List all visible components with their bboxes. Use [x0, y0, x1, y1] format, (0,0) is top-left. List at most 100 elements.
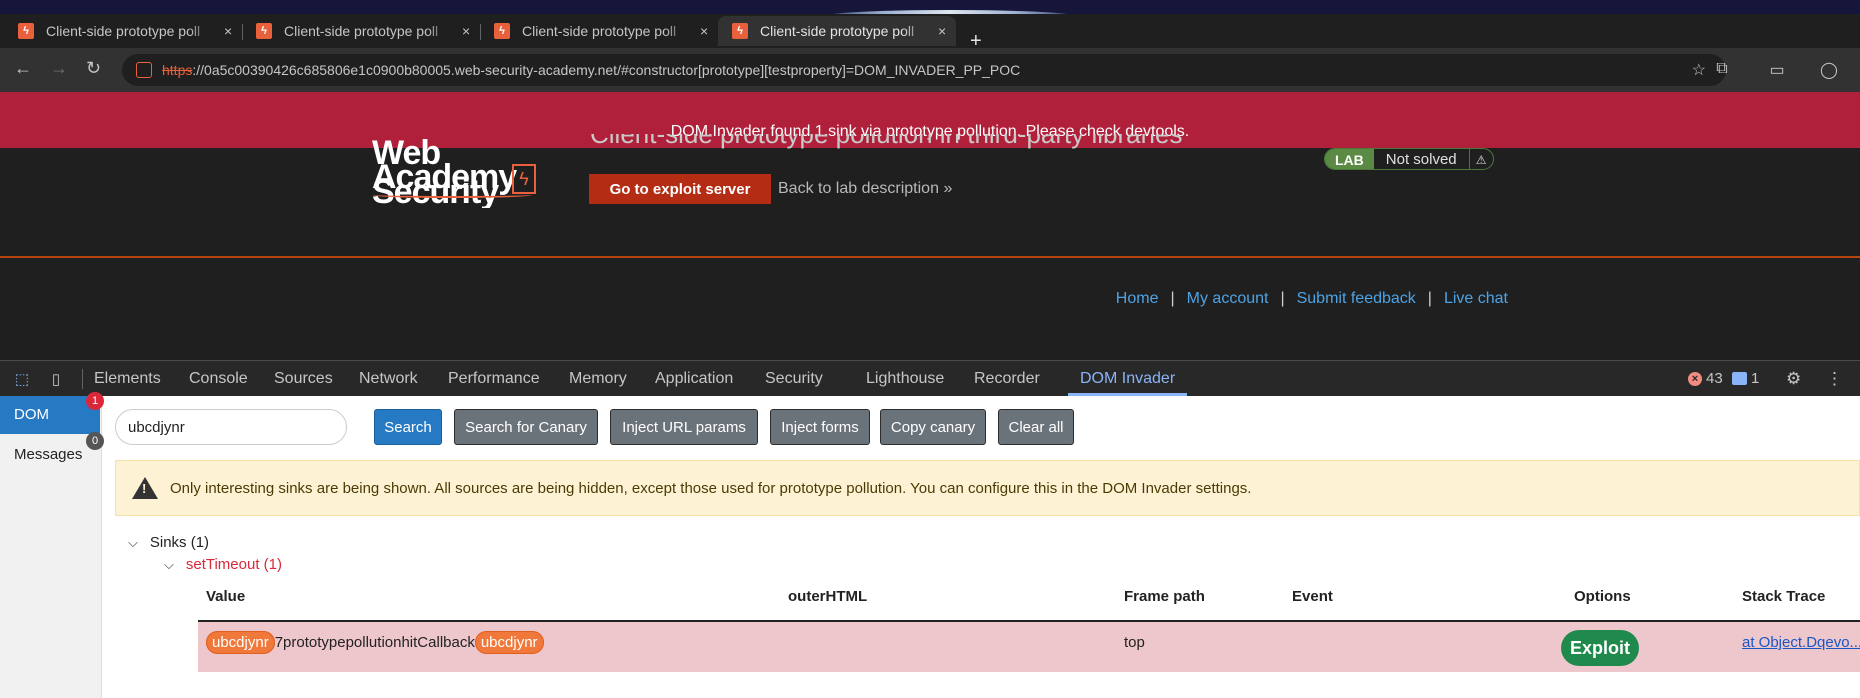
sink-value-middle: 7prototypepollutionhitCallback: [274, 634, 475, 651]
messages-count-badge: 0: [86, 432, 104, 450]
canary-highlight: ubcdjynr: [206, 631, 275, 654]
sink-value: ubcdjynr 7prototypepollutionhitCallback ub…: [206, 631, 544, 654]
inject-forms-button[interactable]: Inject forms: [770, 409, 870, 445]
nav-my-account-link[interactable]: My account: [1187, 290, 1269, 308]
alert-bar-top: [0, 92, 1860, 116]
canary-highlight: ubcdjynr: [474, 631, 544, 654]
devtools-tab-sources[interactable]: Sources: [274, 361, 333, 397]
browser-tab-active[interactable]: ϟ Client-side prototype poll ×: [718, 16, 956, 46]
exploit-button[interactable]: Exploit: [1561, 630, 1639, 666]
nav-submit-feedback-link[interactable]: Submit feedback: [1297, 290, 1416, 308]
lab-page: Web Security Academy ϟ Client-side proto…: [0, 134, 1860, 360]
sink-name: setTimeout (1): [185, 556, 282, 573]
not-secure-icon[interactable]: [136, 62, 152, 78]
lab-title-text: Client-side prototype pollution in third…: [590, 134, 1183, 149]
extensions-icon[interactable]: ⧉: [1713, 60, 1731, 78]
devtools-tab-recorder[interactable]: Recorder: [974, 361, 1040, 397]
canary-search-input[interactable]: [115, 409, 347, 445]
devtools-panel: ⬚ ▯ Elements Console Sources Network Per…: [0, 360, 1860, 698]
devtools-tab-dom-invader[interactable]: DOM Invader: [1068, 361, 1188, 396]
sidebar-item-label: Messages: [14, 446, 83, 463]
devtools-tab-elements[interactable]: Elements: [94, 361, 161, 397]
close-icon[interactable]: ×: [700, 23, 708, 39]
devtools-tab-performance[interactable]: Performance: [448, 361, 540, 397]
column-header-value: Value: [206, 588, 246, 605]
more-vertical-icon[interactable]: ⋮: [1826, 369, 1843, 389]
copy-canary-button[interactable]: Copy canary: [880, 409, 986, 445]
cast-icon[interactable]: ▭: [1768, 60, 1786, 79]
devtools-tab-memory[interactable]: Memory: [569, 361, 627, 397]
devtools-tab-network[interactable]: Network: [359, 361, 418, 397]
message-counter[interactable]: 1: [1732, 370, 1759, 387]
browser-tab[interactable]: ϟ Client-side prototype poll ×: [242, 16, 481, 46]
search-for-canary-button[interactable]: Search for Canary: [454, 409, 598, 445]
flask-icon: ⚠: [1468, 149, 1493, 169]
site-nav: Home | My account | Submit feedback | Li…: [1116, 290, 1508, 308]
sidebar-item-messages[interactable]: Messages 0: [0, 432, 104, 474]
back-arrow-icon[interactable]: ←: [14, 58, 32, 79]
close-icon[interactable]: ×: [224, 23, 232, 39]
go-to-exploit-server-button[interactable]: Go to exploit server: [589, 174, 771, 204]
lightning-icon: ϟ: [732, 23, 748, 39]
logo-swoosh: [372, 192, 532, 198]
bookmark-star-icon[interactable]: ☆: [1692, 60, 1706, 80]
forward-arrow-icon[interactable]: →: [50, 58, 68, 79]
lab-status-badge: LAB Not solved ⚠: [1324, 148, 1494, 170]
double-chevron-icon: »: [943, 180, 953, 197]
browser-tab[interactable]: ϟ Client-side prototype poll ×: [480, 16, 718, 46]
column-header-outerhtml: outerHTML: [788, 588, 868, 605]
sinks-tree-node[interactable]: ⌵ Sinks (1): [128, 534, 209, 551]
browser-tab[interactable]: ϟ Client-side prototype poll ×: [4, 16, 243, 46]
close-icon[interactable]: ×: [938, 23, 946, 39]
error-counter[interactable]: × 43: [1688, 370, 1723, 387]
nav-home-link[interactable]: Home: [1116, 290, 1159, 308]
column-header-event: Event: [1292, 588, 1333, 605]
devtools-tab-console[interactable]: Console: [189, 361, 248, 397]
sinks-label: Sinks (1): [149, 534, 210, 551]
nav-live-chat-link[interactable]: Live chat: [1444, 290, 1508, 308]
message-icon: [1732, 372, 1747, 385]
inject-url-params-button[interactable]: Inject URL params: [610, 409, 758, 445]
clear-all-button[interactable]: Clear all: [998, 409, 1074, 445]
nav-separator: |: [1170, 290, 1175, 307]
column-header-stack-trace: Stack Trace: [1742, 588, 1826, 605]
header-divider: [0, 256, 1860, 258]
url-rest: ://0a5c00390426c685806e1c0900b80005.web-…: [192, 62, 1021, 78]
dom-invader-body: DOM 1 Messages 0 Search Search for Canar…: [0, 392, 1860, 698]
inspect-element-icon[interactable]: ⬚: [12, 370, 32, 388]
devtools-tab-lighthouse[interactable]: Lighthouse: [866, 361, 944, 397]
search-button[interactable]: Search: [374, 409, 442, 445]
gear-icon[interactable]: ⚙: [1786, 369, 1801, 389]
settimeout-tree-node[interactable]: ⌵ setTimeout (1): [164, 556, 282, 573]
address-bar[interactable]: https://0a5c00390426c685806e1c0900b80005…: [122, 54, 1726, 86]
lab-title: Client-side prototype pollution in third…: [590, 134, 1183, 154]
devtools-tab-security[interactable]: Security: [765, 361, 823, 397]
profile-icon[interactable]: ◯: [1820, 60, 1838, 79]
column-header-frame-path: Frame path: [1124, 588, 1205, 605]
nav-separator: |: [1427, 290, 1432, 307]
web-security-academy-logo[interactable]: Web Security Academy ϟ: [372, 136, 572, 208]
chevron-down-icon[interactable]: ⌵: [164, 557, 174, 573]
lab-badge-label: LAB: [1325, 149, 1374, 169]
tab-label: Client-side prototype poll: [760, 23, 915, 39]
url-text[interactable]: https://0a5c00390426c685806e1c0900b80005…: [162, 62, 1020, 78]
back-to-lab-description-link[interactable]: Back to lab description »: [778, 180, 952, 198]
error-icon: ×: [1688, 371, 1702, 386]
sidebar-item-label: DOM: [14, 406, 49, 423]
sinks-warning: Only interesting sinks are being shown. …: [115, 460, 1860, 516]
table-row[interactable]: ubcdjynr 7prototypepollutionhitCallback ub…: [198, 622, 1860, 672]
warning-text: Only interesting sinks are being shown. …: [170, 479, 1252, 497]
reload-icon[interactable]: ↻: [86, 58, 101, 79]
tab-label: Client-side prototype poll: [284, 23, 439, 39]
lightning-icon: ϟ: [256, 23, 272, 39]
lightning-icon: ϟ: [512, 164, 536, 194]
chevron-down-icon[interactable]: ⌵: [128, 535, 138, 551]
toolbar-divider: [82, 369, 83, 389]
devtools-tab-application[interactable]: Application: [655, 361, 733, 397]
sidebar-item-dom[interactable]: DOM 1: [0, 392, 104, 434]
close-icon[interactable]: ×: [462, 23, 470, 39]
stack-trace-link[interactable]: at Object.Dqevo...: [1742, 634, 1860, 651]
device-toolbar-icon[interactable]: ▯: [46, 370, 66, 388]
back-link-label: Back to lab description: [778, 180, 939, 197]
lab-status-text: Not solved: [1385, 151, 1457, 168]
